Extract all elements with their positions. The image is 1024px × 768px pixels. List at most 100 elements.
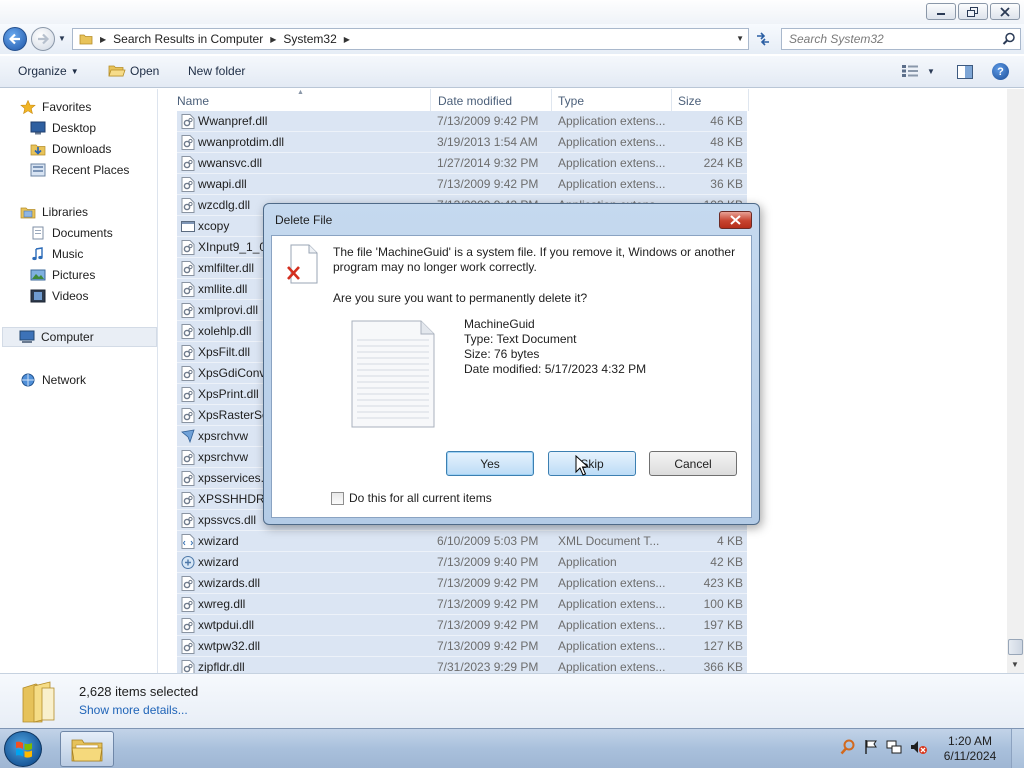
dialog-close-button[interactable] [719, 211, 752, 229]
file-row[interactable]: wwansvc.dll 1/27/2014 9:32 PM Application … [177, 153, 747, 174]
new-folder-label: New folder [188, 64, 246, 78]
network-icon [21, 373, 35, 387]
column-divider[interactable] [748, 89, 749, 111]
back-button[interactable] [3, 27, 27, 51]
search-input[interactable]: Search System32 [781, 28, 1021, 50]
column-header-date-modified[interactable]: Date modified [438, 94, 512, 108]
minimize-button[interactable] [926, 3, 956, 20]
nav-favorites[interactable]: Favorites [20, 97, 91, 117]
action-center-flag-icon[interactable] [864, 739, 878, 755]
open-label: Open [130, 64, 160, 78]
close-window-button[interactable] [990, 3, 1020, 20]
start-button[interactable] [4, 731, 42, 767]
forward-button[interactable] [31, 27, 55, 51]
breadcrumb-arrow-icon[interactable]: ▶ [344, 35, 350, 44]
mouse-cursor-icon [575, 455, 589, 476]
nav-recent-places-label: Recent Places [52, 163, 130, 177]
file-name: xwreg.dll [198, 597, 246, 611]
nav-videos[interactable]: Videos [30, 286, 88, 306]
column-divider[interactable] [551, 89, 552, 111]
file-type: Application extens... [558, 135, 666, 149]
nav-libraries[interactable]: Libraries [20, 202, 88, 222]
preview-pane-icon[interactable] [957, 65, 973, 79]
show-desktop-button[interactable] [1011, 729, 1024, 768]
column-header-size[interactable]: Size [678, 94, 701, 108]
scroll-down-arrow-icon[interactable]: ▼ [1011, 660, 1019, 669]
dll-file-icon [181, 597, 195, 615]
organize-button[interactable]: Organize ▼ [18, 64, 79, 78]
address-dropdown-icon[interactable]: ▼ [736, 34, 744, 43]
refresh-icon [757, 32, 769, 46]
nav-favorites-label: Favorites [42, 100, 92, 114]
yes-button[interactable]: Yes [446, 451, 534, 476]
breadcrumb-search-results[interactable]: Search Results in Computer [113, 32, 263, 46]
network-status-icon[interactable] [886, 739, 902, 755]
show-more-details-link[interactable]: Show more details... [79, 703, 188, 717]
dll-file-icon [181, 471, 195, 489]
organize-label: Organize [18, 64, 67, 78]
file-row[interactable]: xwizard 6/10/2009 5:03 PM XML Document T..… [177, 531, 747, 552]
file-row[interactable]: xwtpw32.dll 7/13/2009 9:42 PM Application … [177, 636, 747, 657]
file-size: 224 KB [703, 156, 743, 170]
column-header-name[interactable]: Name [177, 94, 209, 108]
open-folder-icon [108, 65, 126, 77]
change-view-button[interactable]: ▼ [902, 65, 935, 77]
cancel-button[interactable]: Cancel [649, 451, 737, 476]
file-row[interactable]: wwapi.dll 7/13/2009 9:42 PM Application ex… [177, 174, 747, 195]
address-row: ▼ ▶ Search Results in Computer ▶ System3… [0, 24, 1024, 54]
recent-pages-dropdown-icon[interactable]: ▼ [58, 34, 66, 43]
help-icon[interactable]: ? [992, 63, 1009, 80]
nav-music[interactable]: Music [30, 244, 83, 264]
taskbar-explorer-button[interactable] [60, 731, 114, 767]
file-row[interactable]: xwizards.dll 7/13/2009 9:42 PM Application… [177, 573, 747, 594]
file-type: Application extens... [558, 639, 666, 653]
scrollbar-thumb[interactable] [1008, 639, 1023, 655]
column-divider[interactable] [430, 89, 431, 111]
dll-file-icon [181, 387, 195, 405]
file-row[interactable]: wwanprotdim.dll 3/19/2013 1:54 AM Applicat… [177, 132, 747, 153]
taskbar: 1:20 AM 6/11/2024 [0, 728, 1024, 768]
nav-computer[interactable]: Computer [2, 327, 157, 347]
pictures-icon [30, 269, 46, 281]
vertical-scrollbar[interactable]: ▼ [1007, 89, 1024, 673]
file-name: xwizard [198, 534, 239, 548]
restore-button[interactable] [958, 3, 988, 20]
taskbar-clock[interactable]: 1:20 AM 6/11/2024 [940, 734, 1000, 764]
refresh-button[interactable] [752, 29, 774, 49]
dll-file-icon [181, 492, 195, 510]
nav-desktop[interactable]: Desktop [30, 118, 96, 138]
volume-muted-icon[interactable] [910, 739, 928, 755]
chevron-down-icon: ▼ [927, 66, 935, 76]
file-date-modified: 7/13/2009 9:42 PM [437, 576, 539, 590]
file-row[interactable]: xwreg.dll 7/13/2009 9:42 PM Application ex… [177, 594, 747, 615]
file-type: Application [558, 555, 617, 569]
file-row[interactable]: Wwanpref.dll 7/13/2009 9:42 PM Application… [177, 111, 747, 132]
nav-documents[interactable]: Documents [30, 223, 113, 243]
breadcrumb-system32[interactable]: System32 [283, 32, 336, 46]
open-button[interactable]: Open [108, 64, 159, 78]
nav-network[interactable]: Network [20, 370, 86, 390]
address-bar[interactable]: ▶ Search Results in Computer ▶ System32 … [72, 28, 749, 50]
file-row[interactable]: xwtpdui.dll 7/13/2009 9:42 PM Application … [177, 615, 747, 636]
nav-pictures[interactable]: Pictures [30, 265, 95, 285]
dialog-title: Delete File [275, 213, 333, 227]
file-type: Application extens... [558, 597, 666, 611]
file-info: MachineGuid Type: Text Document Size: 76… [464, 317, 646, 377]
file-name: xwizards.dll [198, 576, 261, 590]
file-size: 197 KB [703, 618, 743, 632]
checkbox-box[interactable] [331, 491, 344, 505]
search-placeholder: Search System32 [789, 32, 884, 46]
nav-recent-places[interactable]: Recent Places [30, 160, 129, 180]
search-magnifier-icon[interactable] [840, 739, 856, 755]
column-divider[interactable] [671, 89, 672, 111]
dll-file-icon [181, 450, 195, 468]
breadcrumb-arrow-icon[interactable]: ▶ [270, 35, 276, 44]
skip-button[interactable]: Skip [548, 451, 636, 476]
apply-to-all-checkbox[interactable]: Do this for all current items [331, 491, 492, 505]
search-icon[interactable] [1002, 32, 1016, 46]
new-folder-button[interactable]: New folder [188, 64, 245, 78]
nav-downloads[interactable]: Downloads [30, 139, 111, 159]
file-row[interactable]: xwizard 7/13/2009 9:40 PM Application 42 KB [177, 552, 747, 573]
breadcrumb-arrow-icon[interactable]: ▶ [100, 35, 106, 44]
column-header-type[interactable]: Type [558, 94, 584, 108]
